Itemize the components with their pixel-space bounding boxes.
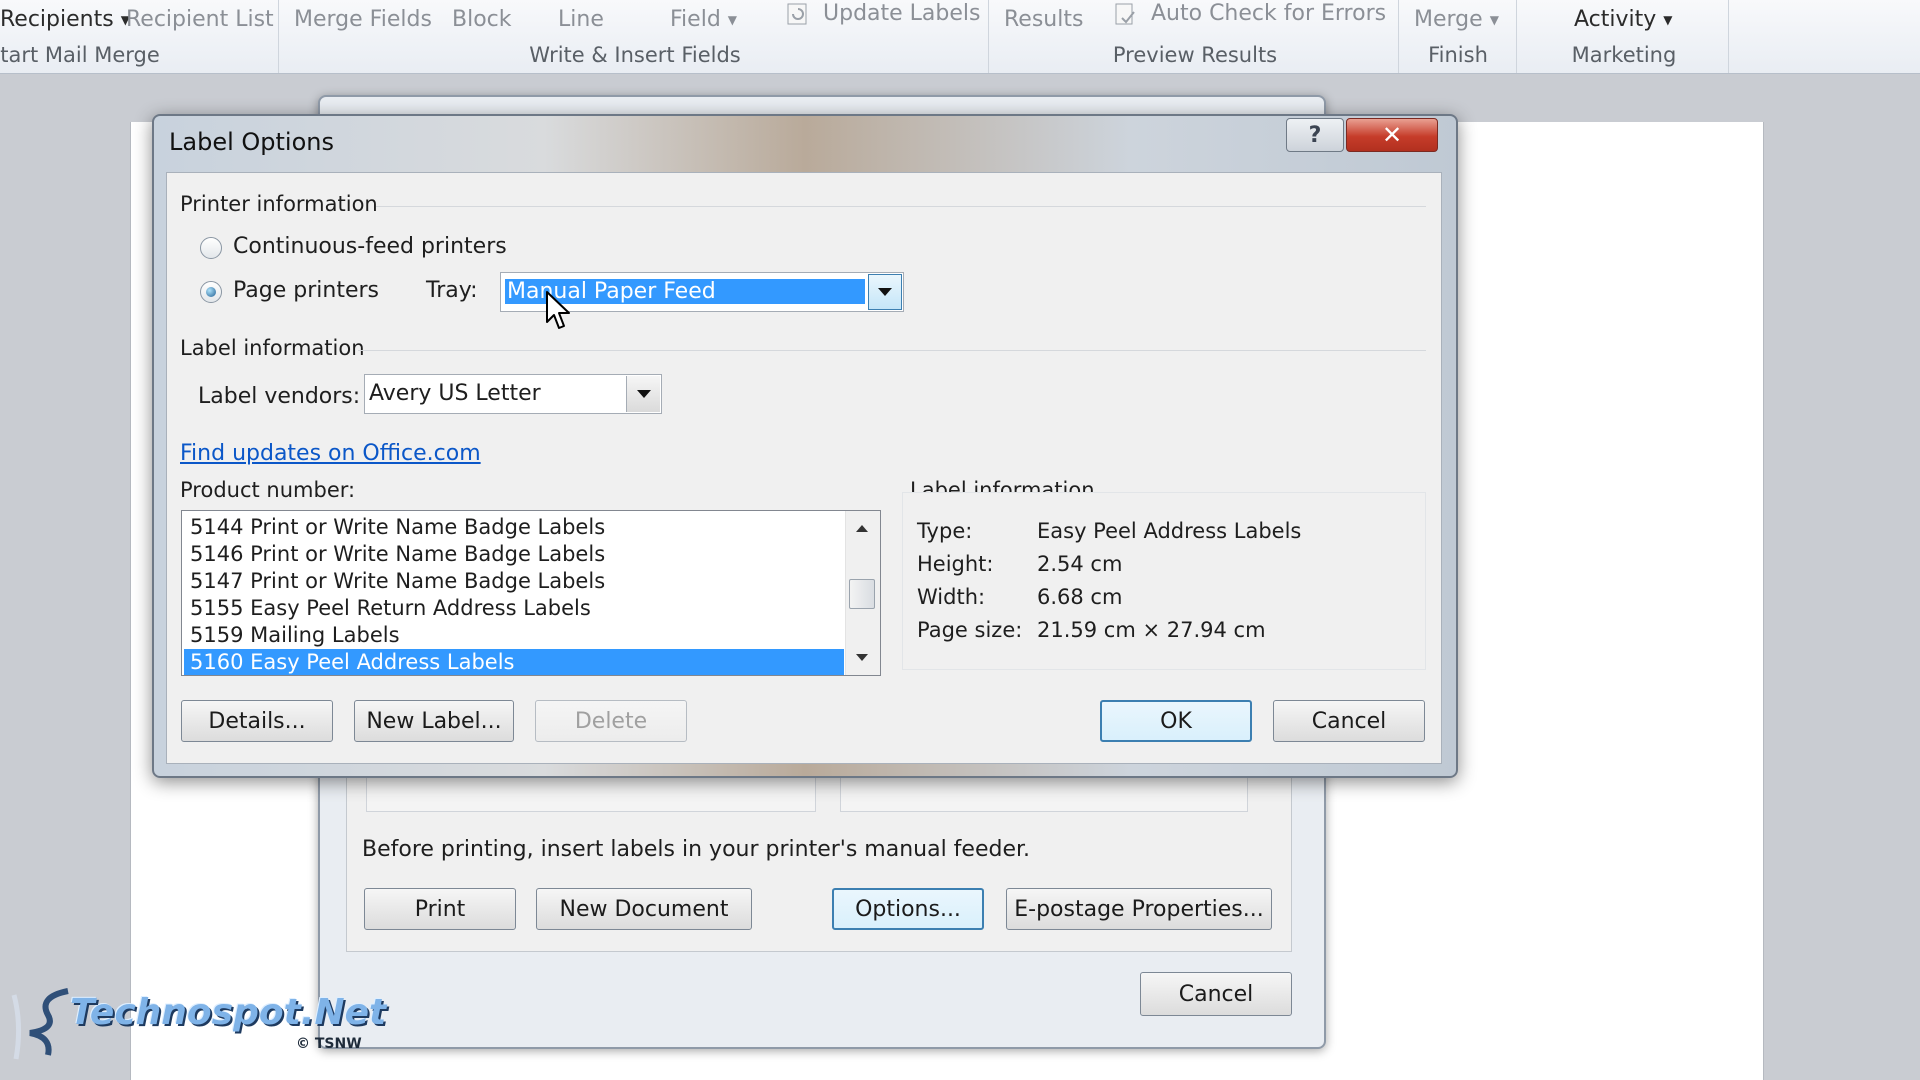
finish-merge-label: Merge bbox=[1414, 7, 1483, 32]
ribbon: Recipients ▼ Recipient List tart Mail Me… bbox=[0, 0, 1920, 74]
watermark-sub: © TSNW bbox=[296, 1036, 362, 1052]
list-item-selected[interactable]: 5160 Easy Peel Address Labels bbox=[184, 649, 844, 675]
product-number-list[interactable]: 5144 Print or Write Name Badge Labels 51… bbox=[181, 510, 881, 676]
new-label-button[interactable]: New Label... bbox=[354, 700, 514, 742]
ribbon-group-start-mail-merge: tart Mail Merge bbox=[0, 43, 160, 67]
page-printers-radio[interactable] bbox=[200, 281, 222, 303]
label-vendors-label: Label vendors: bbox=[198, 384, 361, 409]
width-value: 6.68 cm bbox=[1037, 585, 1123, 609]
printer-information-heading: Printer information bbox=[180, 192, 378, 216]
page-size-value: 21.59 cm × 27.94 cm bbox=[1037, 618, 1266, 642]
details-button[interactable]: Details... bbox=[181, 700, 333, 742]
product-list-scrollbar[interactable] bbox=[845, 511, 880, 675]
scroll-thumb[interactable] bbox=[849, 579, 875, 609]
cancel-button[interactable]: Cancel bbox=[1273, 700, 1425, 742]
update-labels-label: Update Labels bbox=[823, 1, 981, 26]
ribbon-group-write-insert: Write & Insert Fields bbox=[529, 43, 741, 67]
auto-check-errors-button[interactable]: Auto Check for Errors bbox=[1114, 0, 1386, 28]
technospot-logo-icon bbox=[11, 988, 69, 1060]
update-labels-button[interactable]: Update Labels bbox=[786, 0, 980, 28]
height-key: Height: bbox=[917, 552, 994, 576]
help-icon[interactable]: ? bbox=[1286, 118, 1344, 152]
dialog-title: Label Options bbox=[169, 128, 334, 156]
auto-check-icon bbox=[1115, 3, 1135, 25]
preview-results-button[interactable]: Results bbox=[1004, 6, 1083, 34]
ribbon-divider bbox=[1516, 0, 1517, 73]
edit-recipient-list-button[interactable]: Recipient List bbox=[126, 6, 274, 34]
ribbon-group-marketing: Marketing bbox=[1571, 43, 1677, 67]
ribbon-divider bbox=[1398, 0, 1399, 73]
product-number-label: Product number: bbox=[180, 478, 356, 502]
type-key: Type: bbox=[917, 519, 973, 543]
epostage-properties-button[interactable]: E-postage Properties... bbox=[1006, 888, 1272, 930]
list-item[interactable]: 5147 Print or Write Name Badge Labels bbox=[184, 568, 844, 595]
ribbon-group-preview-results: Preview Results bbox=[1112, 43, 1278, 67]
scroll-down-icon[interactable] bbox=[856, 654, 868, 661]
type-value: Easy Peel Address Labels bbox=[1037, 519, 1302, 543]
continuous-feed-radio[interactable] bbox=[200, 237, 222, 259]
ribbon-group-finish: Finish bbox=[1428, 43, 1488, 67]
delete-button[interactable]: Delete bbox=[535, 700, 687, 742]
print-button[interactable]: Print bbox=[364, 888, 516, 930]
greeting-line-button[interactable]: Line bbox=[558, 6, 604, 34]
chevron-down-icon: ▼ bbox=[1663, 13, 1673, 27]
page-printers-label[interactable]: Page printers bbox=[233, 278, 379, 303]
chevron-down-icon[interactable] bbox=[626, 376, 660, 412]
marketing-activity-label: Activity bbox=[1574, 7, 1657, 32]
list-item[interactable]: 5146 Print or Write Name Badge Labels bbox=[184, 541, 844, 568]
finish-merge-button[interactable]: Merge ▼ bbox=[1414, 6, 1499, 34]
ribbon-divider bbox=[1728, 0, 1729, 73]
bg-cancel-button[interactable]: Cancel bbox=[1140, 972, 1292, 1016]
scroll-up-icon[interactable] bbox=[856, 525, 868, 532]
label-vendors-value: Avery US Letter bbox=[369, 381, 541, 406]
width-key: Width: bbox=[917, 585, 986, 609]
label-print-field bbox=[840, 772, 1248, 812]
label-information-heading: Label information bbox=[180, 336, 365, 360]
watermark-brand: Technospot.Net bbox=[70, 992, 387, 1033]
page-size-key: Page size: bbox=[917, 618, 1023, 642]
ribbon-divider bbox=[278, 0, 279, 73]
update-labels-icon bbox=[787, 3, 807, 25]
close-icon[interactable]: ✕ bbox=[1346, 118, 1438, 152]
label-preview-field bbox=[366, 772, 816, 812]
mouse-cursor-icon bbox=[546, 291, 570, 329]
label-vendors-select[interactable]: Avery US Letter bbox=[364, 374, 662, 414]
tray-label: Tray: bbox=[426, 278, 478, 303]
continuous-feed-label[interactable]: Continuous-feed printers bbox=[233, 234, 507, 259]
list-item[interactable]: 5155 Easy Peel Return Address Labels bbox=[184, 595, 844, 622]
new-document-button[interactable]: New Document bbox=[536, 888, 752, 930]
list-item[interactable]: 5159 Mailing Labels bbox=[184, 622, 844, 649]
insert-merge-field-button[interactable]: Field ▼ bbox=[670, 6, 737, 34]
address-block-button[interactable]: Block bbox=[452, 6, 512, 34]
section-divider bbox=[358, 350, 1426, 351]
height-value: 2.54 cm bbox=[1037, 552, 1123, 576]
chevron-down-icon: ▼ bbox=[727, 13, 738, 27]
select-recipients-label: Recipients bbox=[0, 7, 114, 32]
section-divider bbox=[376, 206, 1426, 207]
chevron-down-icon: ▼ bbox=[1489, 13, 1499, 27]
options-button[interactable]: Options... bbox=[832, 888, 984, 930]
printing-instruction: Before printing, insert labels in your p… bbox=[362, 837, 1031, 862]
ribbon-divider bbox=[988, 0, 989, 73]
auto-check-errors-label: Auto Check for Errors bbox=[1151, 1, 1387, 26]
find-updates-link[interactable]: Find updates on Office.com bbox=[180, 441, 481, 466]
ok-button[interactable]: OK bbox=[1100, 700, 1252, 742]
highlight-merge-fields-button[interactable]: Merge Fields bbox=[294, 6, 432, 34]
list-item[interactable]: 5144 Print or Write Name Badge Labels bbox=[184, 514, 844, 541]
select-recipients-button[interactable]: Recipients ▼ bbox=[0, 6, 130, 34]
insert-merge-field-label: Field bbox=[670, 7, 721, 32]
chevron-down-icon[interactable] bbox=[868, 274, 902, 310]
create-marketing-activity-button[interactable]: Activity ▼ bbox=[1574, 6, 1673, 34]
